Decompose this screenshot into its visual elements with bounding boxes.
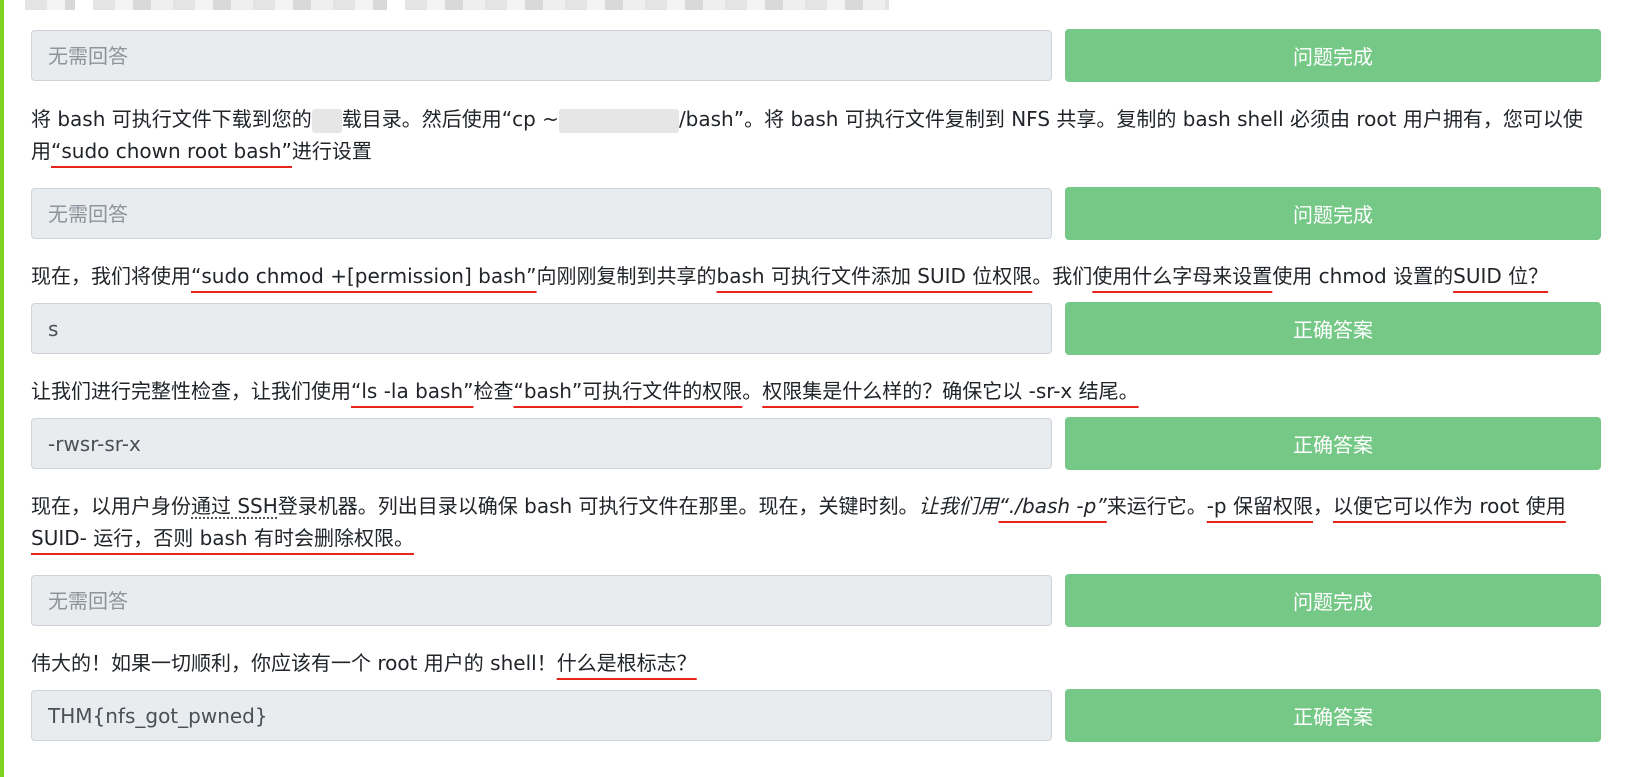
question-text: 现在，以用户身份通过 SSH登录机器。列出目录以确保 bash 可执行文件在那里… xyxy=(31,494,1566,550)
answer-input[interactable] xyxy=(31,418,1053,469)
correct-answer-button[interactable]: 正确答案 xyxy=(1065,417,1601,470)
blurred-region xyxy=(25,0,75,10)
highlighted-text: bash 可执行文件 xyxy=(716,264,871,288)
answer-row: 问题完成 xyxy=(31,574,1601,627)
highlighted-command: “ls -la bash” xyxy=(351,379,474,403)
question-text: 将 bash 可执行文件下载到您的 载目录。然后使用“cp ~/bash”。将 b… xyxy=(31,107,1583,163)
question-list: 问题完成 将 bash 可执行文件下载到您的载目录。然后使用“cp ~/bash… xyxy=(31,29,1601,742)
blurred-region xyxy=(311,108,342,133)
answer-row: 正确答案 xyxy=(31,689,1601,742)
highlighted-text: SUID 位？ xyxy=(1453,264,1549,288)
answer-row: 正确答案 xyxy=(31,302,1601,355)
answer-input[interactable] xyxy=(31,575,1053,626)
question-done-button[interactable]: 问题完成 xyxy=(1065,29,1601,82)
answer-row: 问题完成 xyxy=(31,29,1601,82)
blurred-region xyxy=(558,108,679,133)
question-done-button[interactable]: 问题完成 xyxy=(1065,187,1601,240)
abbr-ssh: 通过 SSH xyxy=(191,494,278,518)
highlighted-text: 使用什么字母来设置 xyxy=(1092,264,1273,288)
blurred-region xyxy=(93,0,387,10)
question-done-button[interactable]: 问题完成 xyxy=(1065,574,1601,627)
answer-row: 正确答案 xyxy=(31,417,1601,470)
answer-input[interactable] xyxy=(31,690,1053,741)
answer-row: 问题完成 xyxy=(31,187,1601,240)
question-text: 现在，我们将使用“sudo chmod +[permission] bash”向… xyxy=(31,264,1549,288)
answer-input[interactable] xyxy=(31,303,1053,354)
question-text: 伟大的！如果一切顺利，你应该有一个 root 用户的 shell！什么是根标志？ xyxy=(31,651,697,675)
question-text: 让我们进行完整性检查，让我们使用“ls -la bash”检查“bash”可执行… xyxy=(31,379,1139,403)
correct-answer-button[interactable]: 正确答案 xyxy=(1065,689,1601,742)
highlighted-text: 什么是根标志？ xyxy=(556,651,697,675)
left-accent-bar xyxy=(0,0,4,777)
answer-input[interactable] xyxy=(31,188,1053,239)
highlighted-text: 权限集是什么样的？确保它以 -sr-x 结尾。 xyxy=(762,379,1139,403)
highlighted-command: “./bash -p” xyxy=(998,494,1107,518)
answer-input[interactable] xyxy=(31,30,1053,81)
highlighted-command: “sudo chmod +[permission] bash” xyxy=(191,264,537,288)
highlighted-command: “sudo chown root bash” xyxy=(51,139,292,163)
highlighted-text: “bash”可执行文件的权限 xyxy=(513,379,743,403)
highlighted-text: 添加 SUID 位权限 xyxy=(870,264,1033,288)
correct-answer-button[interactable]: 正确答案 xyxy=(1065,302,1601,355)
highlighted-text: -p 保留权限 xyxy=(1206,494,1313,518)
blurred-region xyxy=(405,0,889,10)
